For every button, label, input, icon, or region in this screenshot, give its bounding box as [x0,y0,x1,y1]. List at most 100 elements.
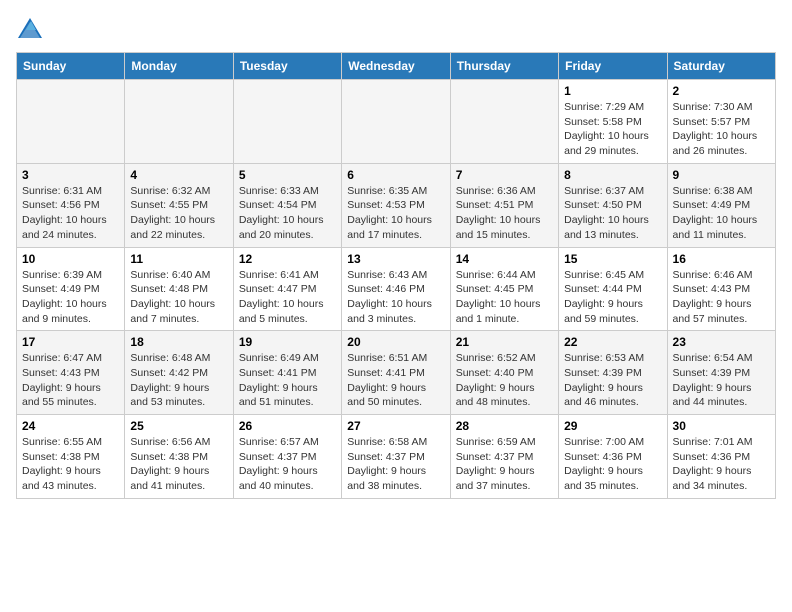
day-number: 1 [564,84,661,98]
day-number: 9 [673,168,770,182]
calendar-cell: 9 Sunrise: 6:38 AM Sunset: 4:49 PM Daylig… [667,163,775,247]
day-info: Sunrise: 6:59 AM Sunset: 4:37 PM Dayligh… [456,435,553,494]
day-info: Sunrise: 6:31 AM Sunset: 4:56 PM Dayligh… [22,184,119,243]
day-number: 13 [347,252,444,266]
day-number: 8 [564,168,661,182]
calendar-cell: 3 Sunrise: 6:31 AM Sunset: 4:56 PM Daylig… [17,163,125,247]
day-info: Sunrise: 6:54 AM Sunset: 4:39 PM Dayligh… [673,351,770,410]
logo [16,16,48,44]
day-info: Sunrise: 6:48 AM Sunset: 4:42 PM Dayligh… [130,351,227,410]
day-info: Sunrise: 6:52 AM Sunset: 4:40 PM Dayligh… [456,351,553,410]
calendar-cell [17,80,125,164]
calendar-cell: 21 Sunrise: 6:52 AM Sunset: 4:40 PM Dayli… [450,331,558,415]
calendar-cell: 10 Sunrise: 6:39 AM Sunset: 4:49 PM Dayli… [17,247,125,331]
day-number: 19 [239,335,336,349]
calendar-cell: 19 Sunrise: 6:49 AM Sunset: 4:41 PM Dayli… [233,331,341,415]
calendar-cell: 29 Sunrise: 7:00 AM Sunset: 4:36 PM Dayli… [559,415,667,499]
calendar-cell: 4 Sunrise: 6:32 AM Sunset: 4:55 PM Daylig… [125,163,233,247]
day-number: 29 [564,419,661,433]
day-info: Sunrise: 6:40 AM Sunset: 4:48 PM Dayligh… [130,268,227,327]
day-number: 22 [564,335,661,349]
logo-icon [16,16,44,44]
day-header-thursday: Thursday [450,53,558,80]
day-info: Sunrise: 6:35 AM Sunset: 4:53 PM Dayligh… [347,184,444,243]
calendar-cell: 5 Sunrise: 6:33 AM Sunset: 4:54 PM Daylig… [233,163,341,247]
day-number: 21 [456,335,553,349]
day-number: 12 [239,252,336,266]
calendar-cell: 20Sunrise: 6:51 AM Sunset: 4:41 PM Dayli… [342,331,450,415]
calendar-cell: 18 Sunrise: 6:48 AM Sunset: 4:42 PM Dayli… [125,331,233,415]
day-number: 15 [564,252,661,266]
day-number: 7 [456,168,553,182]
day-info: Sunrise: 6:49 AM Sunset: 4:41 PM Dayligh… [239,351,336,410]
calendar-cell [233,80,341,164]
day-info: Sunrise: 6:41 AM Sunset: 4:47 PM Dayligh… [239,268,336,327]
calendar-cell: 16 Sunrise: 6:46 AM Sunset: 4:43 PM Dayli… [667,247,775,331]
day-number: 17 [22,335,119,349]
day-number: 6 [347,168,444,182]
day-number: 27 [347,419,444,433]
calendar-cell: 6 Sunrise: 6:35 AM Sunset: 4:53 PM Daylig… [342,163,450,247]
day-info: Sunrise: 6:36 AM Sunset: 4:51 PM Dayligh… [456,184,553,243]
calendar-week-row: 3 Sunrise: 6:31 AM Sunset: 4:56 PM Daylig… [17,163,776,247]
calendar-week-row: 24 Sunrise: 6:55 AM Sunset: 4:38 PM Dayli… [17,415,776,499]
calendar-cell: 25 Sunrise: 6:56 AM Sunset: 4:38 PM Dayli… [125,415,233,499]
day-header-tuesday: Tuesday [233,53,341,80]
day-info: Sunrise: 7:30 AM Sunset: 5:57 PM Dayligh… [673,100,770,159]
day-number: 28 [456,419,553,433]
day-info: Sunrise: 6:58 AM Sunset: 4:37 PM Dayligh… [347,435,444,494]
day-info: Sunrise: 7:00 AM Sunset: 4:36 PM Dayligh… [564,435,661,494]
day-number: 26 [239,419,336,433]
day-number: 10 [22,252,119,266]
calendar-week-row: 10 Sunrise: 6:39 AM Sunset: 4:49 PM Dayli… [17,247,776,331]
day-info: Sunrise: 6:38 AM Sunset: 4:49 PM Dayligh… [673,184,770,243]
calendar-cell: 12 Sunrise: 6:41 AM Sunset: 4:47 PM Dayli… [233,247,341,331]
calendar-cell [342,80,450,164]
calendar-cell: 28 Sunrise: 6:59 AM Sunset: 4:37 PM Dayli… [450,415,558,499]
calendar-cell: 11 Sunrise: 6:40 AM Sunset: 4:48 PM Dayli… [125,247,233,331]
calendar-cell: 24 Sunrise: 6:55 AM Sunset: 4:38 PM Dayli… [17,415,125,499]
day-info: Sunrise: 6:51 AM Sunset: 4:41 PM Dayligh… [347,351,444,410]
day-number: 30 [673,419,770,433]
calendar-week-row: 1 Sunrise: 7:29 AM Sunset: 5:58 PM Daylig… [17,80,776,164]
calendar-cell [125,80,233,164]
calendar-cell: 1 Sunrise: 7:29 AM Sunset: 5:58 PM Daylig… [559,80,667,164]
day-number: 25 [130,419,227,433]
calendar-cell: 27 Sunrise: 6:58 AM Sunset: 4:37 PM Dayli… [342,415,450,499]
calendar-cell: 15 Sunrise: 6:45 AM Sunset: 4:44 PM Dayli… [559,247,667,331]
day-info: Sunrise: 6:37 AM Sunset: 4:50 PM Dayligh… [564,184,661,243]
day-info: Sunrise: 6:46 AM Sunset: 4:43 PM Dayligh… [673,268,770,327]
day-info: Sunrise: 6:53 AM Sunset: 4:39 PM Dayligh… [564,351,661,410]
day-info: Sunrise: 6:56 AM Sunset: 4:38 PM Dayligh… [130,435,227,494]
calendar-cell: 17 Sunrise: 6:47 AM Sunset: 4:43 PM Dayli… [17,331,125,415]
day-info: Sunrise: 6:55 AM Sunset: 4:38 PM Dayligh… [22,435,119,494]
calendar-cell: 13 Sunrise: 6:43 AM Sunset: 4:46 PM Dayli… [342,247,450,331]
day-info: Sunrise: 6:47 AM Sunset: 4:43 PM Dayligh… [22,351,119,410]
calendar-cell: 2Sunrise: 7:30 AM Sunset: 5:57 PM Daylig… [667,80,775,164]
calendar-cell: 22 Sunrise: 6:53 AM Sunset: 4:39 PM Dayli… [559,331,667,415]
day-header-saturday: Saturday [667,53,775,80]
day-number: 3 [22,168,119,182]
calendar-cell: 23Sunrise: 6:54 AM Sunset: 4:39 PM Dayli… [667,331,775,415]
day-number: 24 [22,419,119,433]
day-info: Sunrise: 6:33 AM Sunset: 4:54 PM Dayligh… [239,184,336,243]
day-number: 18 [130,335,227,349]
day-number: 16 [673,252,770,266]
calendar-cell: 7 Sunrise: 6:36 AM Sunset: 4:51 PM Daylig… [450,163,558,247]
day-number: 4 [130,168,227,182]
day-info: Sunrise: 7:29 AM Sunset: 5:58 PM Dayligh… [564,100,661,159]
calendar-table: SundayMondayTuesdayWednesdayThursdayFrid… [16,52,776,499]
calendar-cell [450,80,558,164]
day-number: 11 [130,252,227,266]
day-header-wednesday: Wednesday [342,53,450,80]
day-header-monday: Monday [125,53,233,80]
day-number: 5 [239,168,336,182]
day-header-sunday: Sunday [17,53,125,80]
day-info: Sunrise: 6:39 AM Sunset: 4:49 PM Dayligh… [22,268,119,327]
day-info: Sunrise: 6:44 AM Sunset: 4:45 PM Dayligh… [456,268,553,327]
page-header [16,16,776,44]
day-info: Sunrise: 6:45 AM Sunset: 4:44 PM Dayligh… [564,268,661,327]
day-info: Sunrise: 6:43 AM Sunset: 4:46 PM Dayligh… [347,268,444,327]
day-info: Sunrise: 6:32 AM Sunset: 4:55 PM Dayligh… [130,184,227,243]
day-info: Sunrise: 7:01 AM Sunset: 4:36 PM Dayligh… [673,435,770,494]
